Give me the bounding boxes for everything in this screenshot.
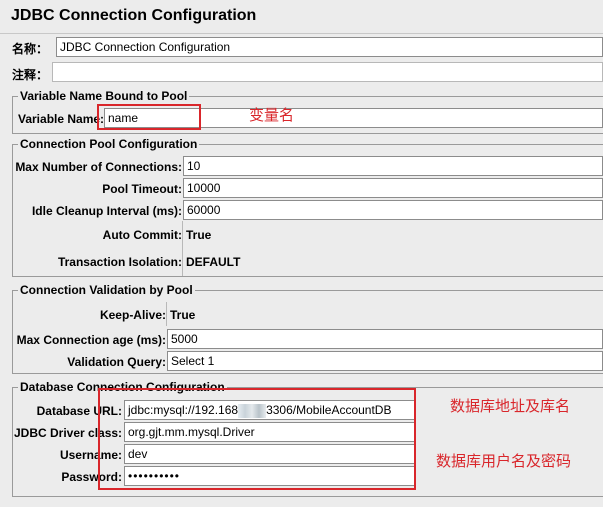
max-connection-age-field[interactable]: 5000	[167, 329, 603, 349]
transaction-isolation-select[interactable]: DEFAULT	[186, 255, 240, 269]
comment-label: 注释：	[12, 68, 49, 82]
variable-name-annotation: 变量名	[249, 106, 295, 124]
variable-name-label: Variable Name:	[18, 112, 105, 126]
auto-commit-label: Auto Commit:	[102, 228, 182, 242]
divider	[182, 249, 183, 276]
variable-name-legend: Variable Name Bound to Pool	[18, 89, 190, 103]
page-title: JDBC Connection Configuration	[11, 7, 257, 24]
connection-pool-legend: Connection Pool Configuration	[18, 137, 200, 151]
pool-timeout-field[interactable]: 10000	[183, 178, 603, 198]
idle-cleanup-field[interactable]: 60000	[183, 200, 603, 220]
divider	[166, 302, 167, 326]
auto-commit-select[interactable]: True	[186, 228, 211, 242]
max-connections-field[interactable]: 10	[183, 156, 603, 176]
divider	[182, 221, 183, 249]
pool-timeout-label: Pool Timeout:	[102, 182, 182, 196]
database-url-annotation: 数据库地址及库名	[450, 397, 571, 415]
variable-name-highlight	[97, 104, 201, 130]
max-connection-age-label: Max Connection age (ms):	[16, 333, 166, 347]
comment-field[interactable]	[52, 62, 603, 82]
divider	[0, 33, 603, 34]
database-highlight	[98, 388, 416, 490]
validation-query-field[interactable]: Select 1	[167, 351, 603, 371]
keep-alive-select[interactable]: True	[170, 308, 195, 322]
keep-alive-label: Keep-Alive:	[99, 308, 166, 322]
max-connections-label: Max Number of Connections:	[15, 160, 182, 174]
name-label: 名称：	[12, 42, 49, 56]
transaction-isolation-label: Transaction Isolation:	[57, 255, 182, 269]
name-field[interactable]: JDBC Connection Configuration	[56, 37, 603, 57]
idle-cleanup-label: Idle Cleanup Interval (ms):	[31, 204, 182, 218]
validation-query-label: Validation Query:	[67, 355, 166, 369]
validation-legend: Connection Validation by Pool	[18, 283, 195, 297]
credentials-annotation: 数据库用户名及密码	[436, 452, 572, 470]
